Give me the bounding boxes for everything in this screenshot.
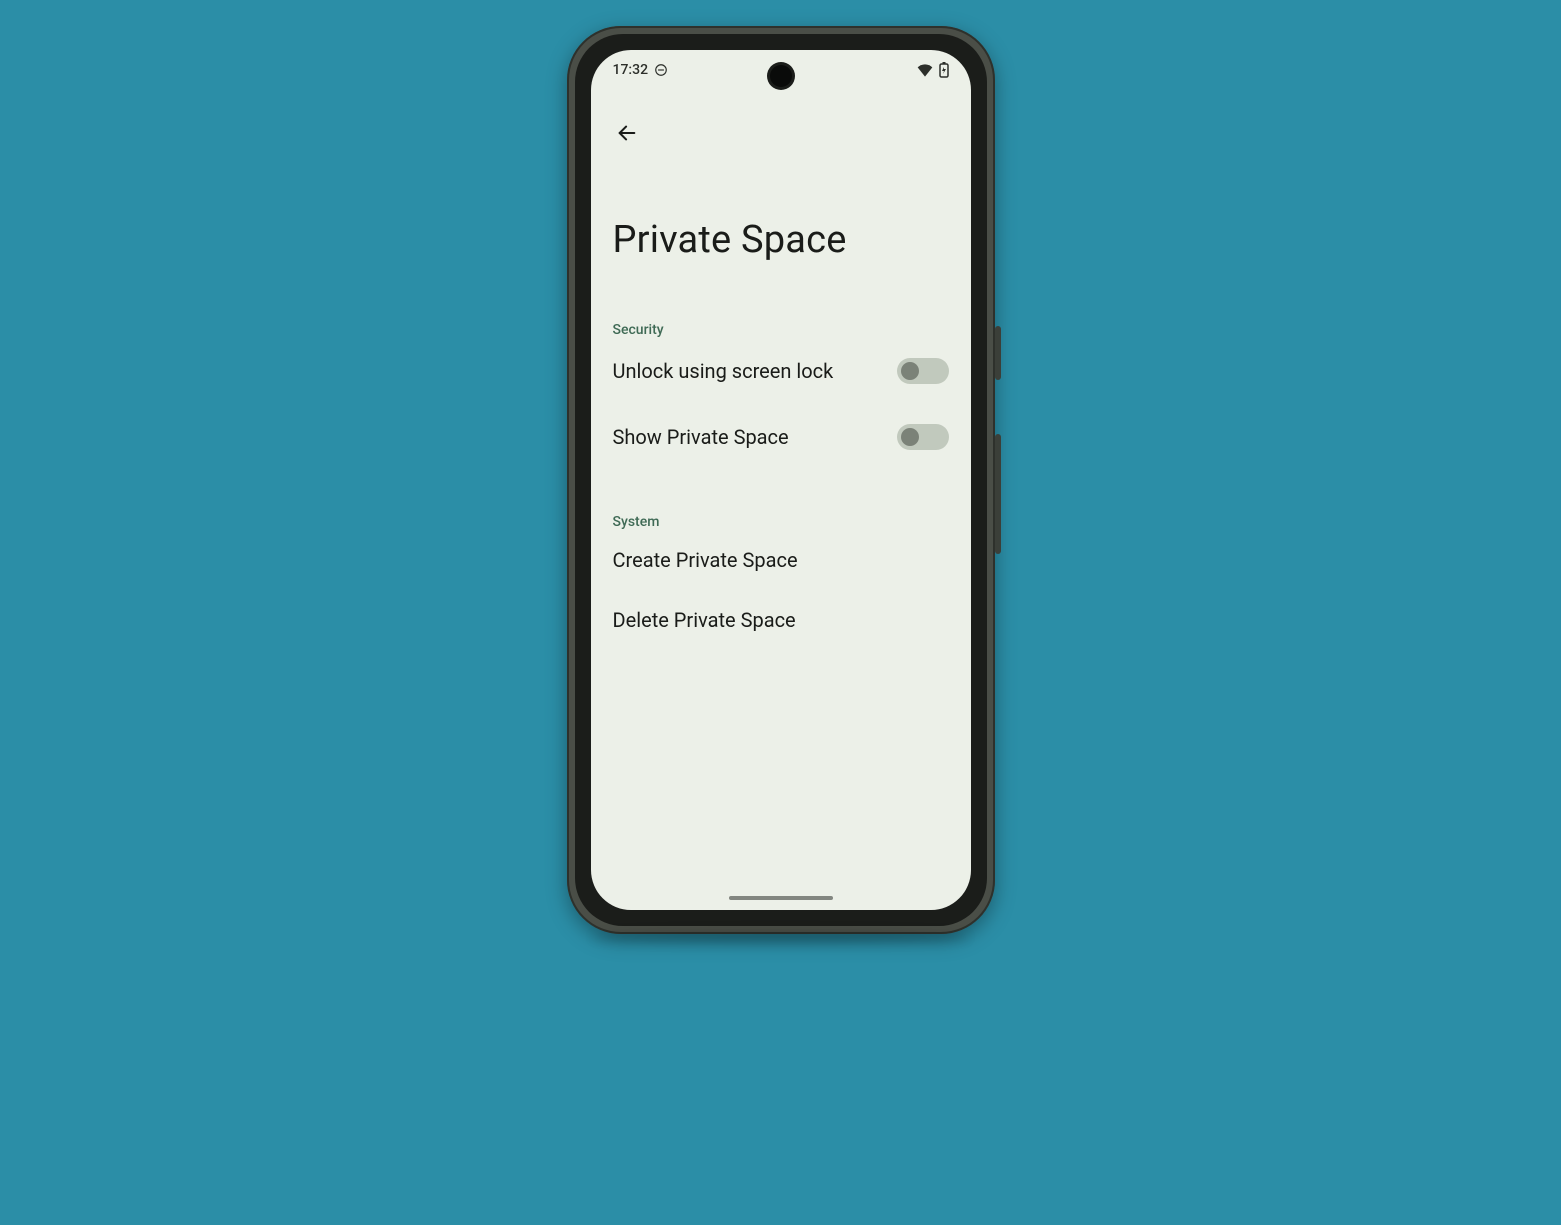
delete-private-space-label: Delete Private Space (613, 608, 796, 632)
power-button-hardware (995, 326, 1001, 380)
row-show-private-space[interactable]: Show Private Space (613, 404, 949, 470)
section-header-system: System (613, 514, 949, 530)
do-not-disturb-icon (654, 63, 668, 77)
page-title: Private Space (613, 218, 949, 262)
row-create-private-space[interactable]: Create Private Space (613, 530, 949, 590)
unlock-using-screen-lock-toggle[interactable] (897, 358, 949, 384)
back-button[interactable] (607, 114, 647, 154)
volume-button-hardware (995, 434, 1001, 554)
row-delete-private-space[interactable]: Delete Private Space (613, 590, 949, 650)
battery-icon (939, 62, 949, 78)
arrow-left-icon (616, 122, 638, 147)
gesture-nav-bar[interactable] (729, 896, 833, 900)
show-private-space-label: Show Private Space (613, 425, 789, 449)
screen: 17:32 (591, 50, 971, 910)
device-frame: 17:32 (567, 26, 995, 934)
create-private-space-label: Create Private Space (613, 548, 798, 572)
status-time: 17:32 (613, 62, 649, 78)
wifi-icon (917, 63, 933, 77)
front-camera-cutout (770, 65, 792, 87)
show-private-space-toggle[interactable] (897, 424, 949, 450)
row-unlock-using-screen-lock[interactable]: Unlock using screen lock (613, 338, 949, 404)
unlock-using-screen-lock-label: Unlock using screen lock (613, 359, 834, 383)
section-header-security: Security (613, 322, 949, 338)
